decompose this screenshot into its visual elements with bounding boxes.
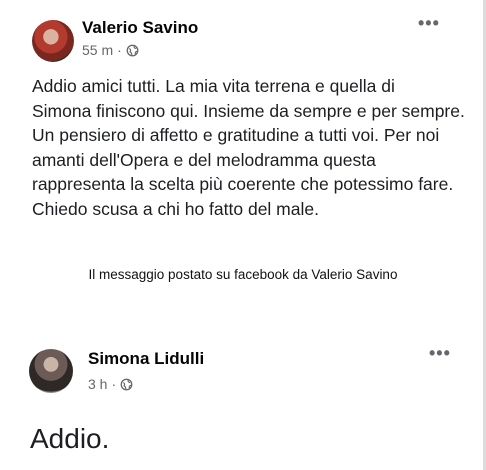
globe-icon <box>126 44 139 56</box>
post-meta: 3 h · <box>88 376 133 392</box>
timestamp[interactable]: 3 h <box>88 376 107 392</box>
avatar[interactable] <box>29 349 73 393</box>
post-text: Addio amici tutti. La mia vita terrena e… <box>32 76 465 219</box>
more-options-icon[interactable]: ••• <box>429 344 451 362</box>
post-text: Addio. <box>30 423 110 454</box>
author-name[interactable]: Simona Lidulli <box>88 349 204 369</box>
meta-separator: · <box>111 376 117 392</box>
meta-separator: · <box>117 42 122 58</box>
avatar[interactable] <box>32 20 74 62</box>
globe-icon <box>120 378 133 390</box>
more-options-icon[interactable]: ••• <box>418 14 440 32</box>
author-name[interactable]: Valerio Savino <box>82 18 198 38</box>
image-caption: Il messaggio postato su facebook da Vale… <box>88 267 398 282</box>
post-valerio: Valerio Savino 55 m · ••• Addio amici tu… <box>0 0 486 226</box>
post-meta: 55 m · <box>82 42 139 58</box>
timestamp[interactable]: 55 m <box>82 42 113 58</box>
